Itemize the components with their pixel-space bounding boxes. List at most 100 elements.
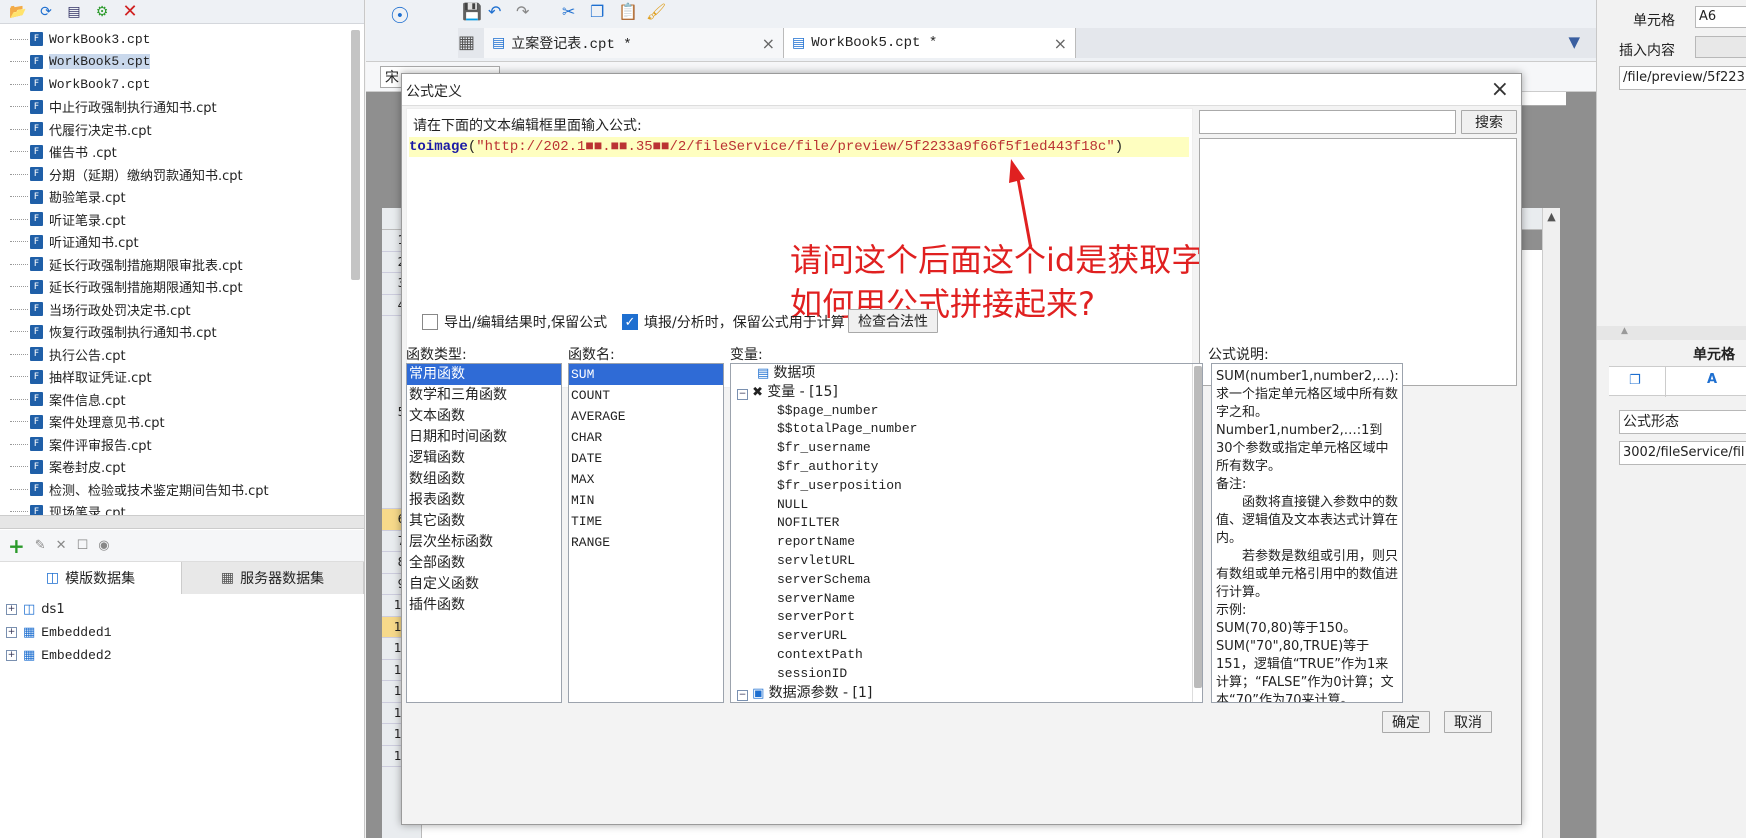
file-item[interactable]: F 中止行政强制执行通知书.cpt	[0, 96, 350, 119]
remove-icon[interactable]: ✕	[56, 538, 67, 553]
file-item[interactable]: F WorkBook3.cpt	[0, 28, 350, 51]
file-item[interactable]: F 听证笔录.cpt	[0, 208, 350, 231]
function-type-item[interactable]: 常用函数	[407, 364, 561, 385]
variable-item[interactable]: $fr_username	[731, 439, 1202, 458]
file-item[interactable]: F 执行公告.cpt	[0, 343, 350, 366]
fill-checkbox[interactable]: ✓	[622, 314, 638, 330]
undo-icon[interactable]: ↶	[488, 2, 501, 21]
function-name-item[interactable]: MIN	[569, 490, 723, 511]
tab-server-dataset[interactable]: ▦ 服务器数据集	[182, 562, 364, 594]
function-type-item[interactable]: 报表函数	[407, 490, 561, 511]
function-type-item[interactable]: 逻辑函数	[407, 448, 561, 469]
formula-editor[interactable]: 请在下面的文本编辑框里面输入公式: toimage("http://202.1■…	[406, 108, 1299, 388]
collapse-icon[interactable]: −	[737, 388, 748, 400]
add-icon[interactable]: +	[8, 534, 25, 558]
function-type-item[interactable]: 数组函数	[407, 469, 561, 490]
function-name-item[interactable]: MAX	[569, 469, 723, 490]
variable-item[interactable]: contextPath	[731, 646, 1202, 665]
file-item[interactable]: F WorkBook7.cpt	[0, 73, 350, 96]
insert-content-select[interactable]	[1695, 36, 1746, 58]
function-type-item[interactable]: 日期和时间函数	[407, 427, 561, 448]
file-item[interactable]: F 催告书 .cpt	[0, 141, 350, 164]
variable-item[interactable]: serverURL	[731, 627, 1202, 646]
paste-icon[interactable]: 📋	[618, 2, 638, 21]
open-folder-icon[interactable]: 📂	[8, 2, 28, 22]
preview-icon[interactable]: ☉	[390, 4, 410, 29]
function-type-item[interactable]: 层次坐标函数	[407, 532, 561, 553]
file-item[interactable]: F 检测、检验或技术鉴定期间告知书.cpt	[0, 478, 350, 501]
grid-icon[interactable]: ▦	[458, 32, 475, 53]
datasource-param-item[interactable]: $pid	[731, 702, 1202, 703]
function-name-item[interactable]: AVERAGE	[569, 406, 723, 427]
grid-scrollbar[interactable]: ▲	[1542, 208, 1560, 838]
preview-icon[interactable]: ☐	[77, 538, 89, 553]
dataset-item-ds1[interactable]: + ◫ ds1	[0, 598, 364, 621]
variable-item[interactable]: serverPort	[731, 608, 1202, 627]
file-item[interactable]: F 案卷封皮.cpt	[0, 456, 350, 479]
formula-form-field[interactable]: 3002/fileService/fil	[1619, 441, 1746, 465]
tree-scrollbar[interactable]	[351, 30, 360, 280]
collapse-icon[interactable]: −	[737, 689, 748, 701]
search-button[interactable]: 搜索	[1461, 110, 1517, 134]
function-type-item[interactable]: 文本函数	[407, 406, 561, 427]
tab-register-form[interactable]: ▤ 立案登记表.cpt * ×	[484, 28, 784, 58]
file-item[interactable]: F 延长行政强制措施期限审批表.cpt	[0, 253, 350, 276]
expand-icon[interactable]: +	[6, 650, 17, 661]
style-tab-icon[interactable]: A	[1707, 372, 1717, 387]
file-item[interactable]: F 分期（延期）缴纳罚款通知书.cpt	[0, 163, 350, 186]
file-item[interactable]: F 案件信息.cpt	[0, 388, 350, 411]
close-icon[interactable]: ×	[1491, 77, 1509, 102]
variable-item[interactable]: servletURL	[731, 552, 1202, 571]
function-name-item[interactable]: TIME	[569, 511, 723, 532]
file-item[interactable]: F 代履行决定书.cpt	[0, 118, 350, 141]
expand-icon[interactable]: +	[6, 604, 17, 615]
settings-icon[interactable]: ⚙	[92, 2, 112, 22]
dataset-item-embedded2[interactable]: + ▦ Embedded2	[0, 644, 364, 667]
tab-template-dataset[interactable]: ◫ 模版数据集	[0, 562, 182, 594]
file-item[interactable]: F 当场行政处罚决定书.cpt	[0, 298, 350, 321]
cell-attr-tab-icon[interactable]: ❐	[1629, 373, 1641, 388]
delete-icon[interactable]: ✕	[120, 1, 140, 22]
tab-workbook5[interactable]: ▤ WorkBook5.cpt * ×	[784, 28, 1076, 58]
variable-item[interactable]: $fr_authority	[731, 458, 1202, 477]
check-validity-button[interactable]: 检查合法性	[848, 309, 938, 333]
cancel-button[interactable]: 取消	[1444, 711, 1492, 733]
insert-content-field[interactable]: /file/preview/5f223	[1619, 66, 1746, 90]
ok-button[interactable]: 确定	[1382, 711, 1430, 733]
function-type-item[interactable]: 自定义函数	[407, 574, 561, 595]
function-type-item[interactable]: 全部函数	[407, 553, 561, 574]
variable-item[interactable]: $$totalPage_number	[731, 420, 1202, 439]
database-icon[interactable]: ◉	[98, 538, 109, 553]
variable-item[interactable]: NOFILTER	[731, 514, 1202, 533]
template-view-icon[interactable]: ▤	[64, 2, 84, 22]
function-name-item[interactable]: RANGE	[569, 532, 723, 553]
variable-item[interactable]: $$page_number	[731, 402, 1202, 421]
variable-item[interactable]: NULL	[731, 496, 1202, 515]
variable-item[interactable]: sessionID	[731, 665, 1202, 684]
datasource-param-group[interactable]: − ▣ 数据源参数 - [1]	[731, 684, 1202, 702]
file-item[interactable]: F 案件评审报告.cpt	[0, 433, 350, 456]
option-export[interactable]: 导出/编辑结果时,保留公式	[422, 312, 607, 332]
close-icon[interactable]: ×	[1054, 34, 1067, 53]
function-name-item[interactable]: SUM	[569, 364, 723, 385]
variable-item[interactable]: serverName	[731, 590, 1202, 609]
search-input[interactable]	[1199, 110, 1456, 134]
format-brush-icon[interactable]: 🖌	[646, 2, 666, 21]
variable-item[interactable]: reportName	[731, 533, 1202, 552]
file-item[interactable]: F 抽样取证凭证.cpt	[0, 366, 350, 389]
redo-icon[interactable]: ↷	[516, 2, 529, 21]
copy-icon[interactable]: ❐	[590, 2, 604, 21]
file-item[interactable]: F 现场笔录.cpt	[0, 501, 350, 515]
tab-menu-icon[interactable]: ▼	[1568, 33, 1580, 51]
variable-item[interactable]: serverSchema	[731, 571, 1202, 590]
panel-splitter[interactable]: ▲	[1597, 326, 1746, 340]
function-name-item[interactable]: CHAR	[569, 427, 723, 448]
function-type-item[interactable]: 其它函数	[407, 511, 561, 532]
panel-splitter[interactable]	[0, 515, 364, 529]
file-item[interactable]: F 听证通知书.cpt	[0, 231, 350, 254]
formula-form-select[interactable]: 公式形态	[1619, 410, 1746, 434]
save-icon[interactable]: 💾	[462, 2, 482, 21]
file-item[interactable]: F 勘验笔录.cpt	[0, 186, 350, 209]
file-item[interactable]: F WorkBook5.cpt	[0, 51, 350, 74]
close-icon[interactable]: ×	[762, 34, 775, 53]
